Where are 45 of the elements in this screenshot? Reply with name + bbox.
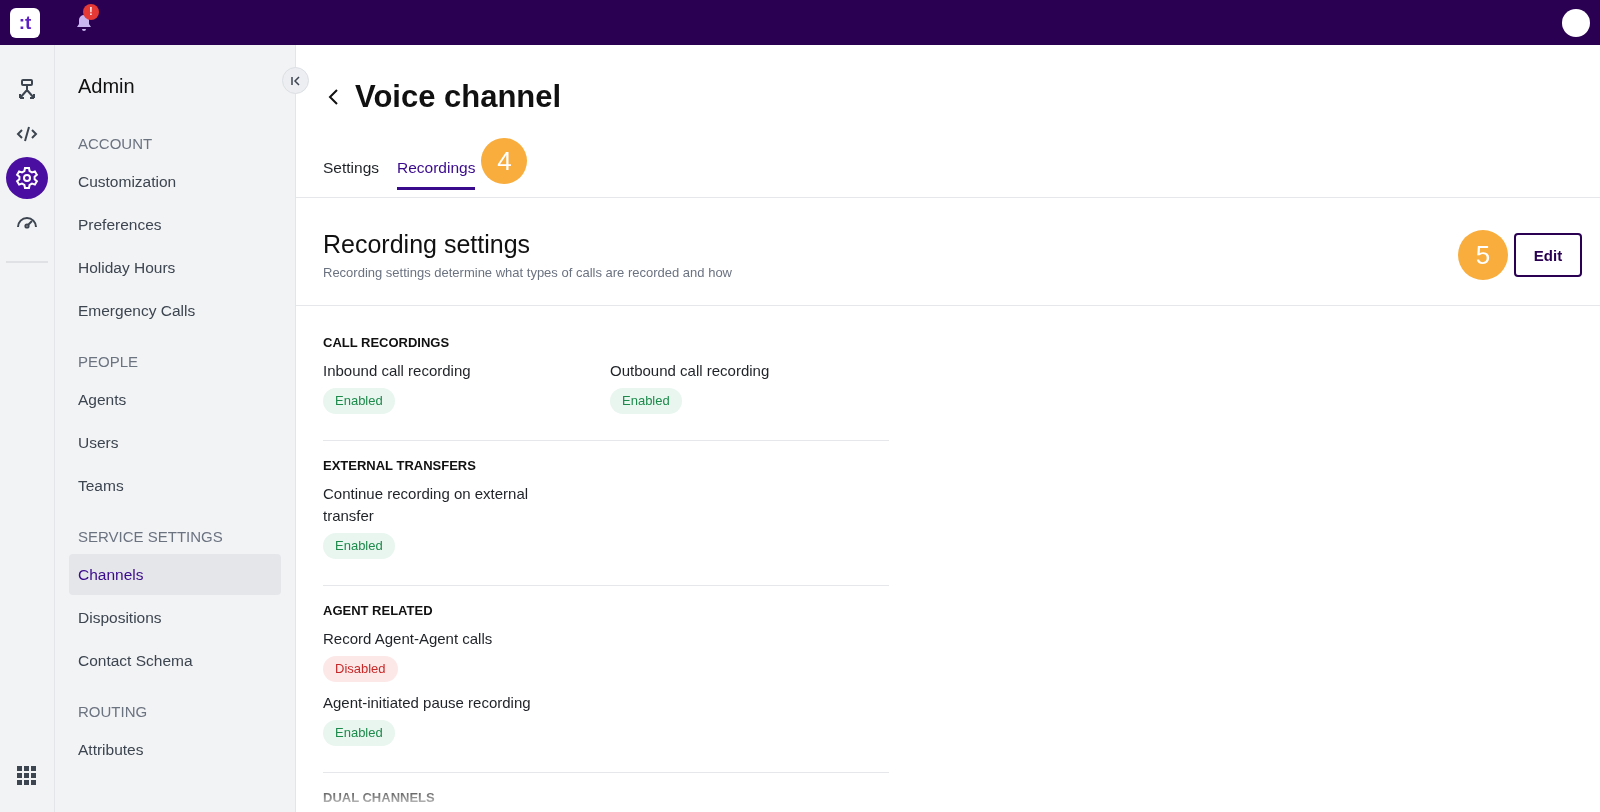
back-icon[interactable] — [327, 88, 341, 106]
sidebar-item[interactable]: Teams — [69, 465, 281, 506]
group-heading: CALL RECORDINGS — [323, 334, 451, 352]
sidebar-heading: SERVICE SETTINGS — [77, 527, 224, 547]
step-badge: 4 — [481, 138, 528, 184]
setting-label: Outbound call recording — [610, 361, 770, 381]
section-description: Recording settings determine what types of calls are recorded and how — [323, 265, 733, 280]
status-tag: Enabled — [323, 720, 395, 746]
sidebar-item[interactable]: Customization — [69, 161, 281, 202]
sidebar-heading: ROUTING — [77, 702, 149, 722]
setting-label: Agent-initiated pause recording — [323, 693, 531, 713]
tab[interactable]: Recordings — [397, 138, 476, 190]
avatar[interactable] — [1562, 8, 1590, 37]
sidebar-item[interactable]: Holiday Hours — [69, 247, 281, 288]
status-tag: Enabled — [610, 388, 682, 414]
settings-icon[interactable] — [6, 157, 48, 199]
notification-badge: ! — [83, 3, 99, 20]
page-title: Voice channel — [355, 79, 562, 115]
edit-button[interactable]: Edit — [1514, 233, 1582, 277]
setting-label: Inbound call recording — [323, 361, 471, 381]
apps-grid-icon[interactable] — [17, 766, 37, 786]
tab[interactable]: Settings — [323, 138, 379, 190]
sidebar-item[interactable]: Attributes — [69, 729, 281, 770]
collapse-icon — [289, 74, 302, 87]
app-logo[interactable]: :t — [10, 7, 40, 38]
status-tag: Disabled — [323, 656, 398, 682]
setting-label: Record Agent-Agent calls — [323, 629, 493, 649]
section-title: Recording settings — [323, 230, 532, 259]
step-badge: 5 — [1458, 230, 1508, 280]
sidebar-item[interactable]: Users — [69, 422, 281, 463]
group-heading: DUAL CHANNELS — [323, 789, 436, 807]
group-heading: EXTERNAL TRANSFERS — [323, 457, 477, 475]
sidebar-item[interactable]: Channels — [69, 554, 281, 595]
sidebar-item[interactable]: Emergency Calls — [69, 290, 281, 331]
sidebar-heading: ACCOUNT — [77, 134, 154, 154]
setting-label: Continue recording on external transfer — [323, 484, 530, 526]
sidebar-title: Admin — [77, 74, 136, 99]
sidebar-item[interactable]: Dispositions — [69, 597, 281, 638]
group-heading: AGENT RELATED — [323, 602, 434, 620]
sidebar-item[interactable]: Agents — [69, 379, 281, 420]
sidebar-item[interactable]: Contact Schema — [69, 640, 281, 681]
sidebar-item[interactable]: Preferences — [69, 204, 281, 245]
sidebar-heading: PEOPLE — [77, 352, 140, 372]
status-tag: Enabled — [323, 533, 395, 559]
status-tag: Enabled — [323, 388, 395, 414]
